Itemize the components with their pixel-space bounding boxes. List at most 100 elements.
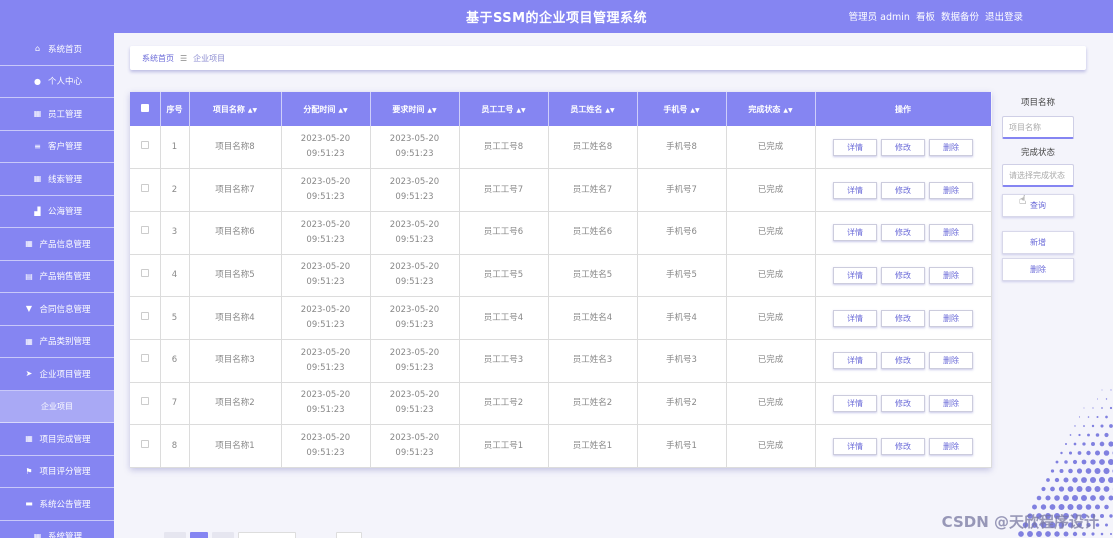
sidebar-item-9[interactable]: ▦ 产品类别管理	[0, 326, 114, 358]
sort-icon[interactable]: ▲▼	[690, 107, 699, 114]
query-button[interactable]: 查询	[1002, 194, 1074, 217]
delete-button[interactable]: 删除	[929, 224, 973, 242]
sidebar-item-8[interactable]: ▼ 合同信息管理	[0, 293, 114, 326]
cell-name: 项目名称4	[189, 296, 282, 340]
detail-button[interactable]: 详情	[833, 437, 877, 455]
edit-button[interactable]: 修改	[881, 437, 925, 455]
sort-icon[interactable]: ▲▼	[338, 107, 347, 114]
batch-delete-button[interactable]: 删除	[1002, 258, 1074, 281]
sort-icon[interactable]: ▲▼	[516, 107, 525, 114]
current-user: 管理员 admin	[848, 12, 910, 23]
col-header-phone[interactable]: 手机号 ▲▼	[637, 92, 727, 126]
row-select-cell[interactable]	[130, 339, 161, 383]
sidebar-item-11[interactable]: 企业项目	[0, 390, 114, 423]
detail-button[interactable]: 详情	[833, 309, 877, 327]
page-next-button[interactable]	[212, 532, 234, 538]
col-header-empno[interactable]: 员工工号 ▲▼	[459, 92, 549, 126]
delete-button[interactable]: 删除	[929, 181, 973, 199]
page-jump-input[interactable]	[336, 532, 362, 538]
col-header-require[interactable]: 要求时间 ▲▼	[370, 92, 460, 126]
row-checkbox[interactable]	[140, 311, 149, 320]
row-checkbox[interactable]	[140, 183, 149, 192]
clipboard-icon: ▤	[25, 271, 33, 281]
breadcrumb-home[interactable]: 系统首页	[142, 53, 174, 64]
sidebar-item-6[interactable]: ▦ 产品信息管理	[0, 228, 114, 261]
page-size-select[interactable]	[238, 532, 296, 538]
col-header-empname[interactable]: 员工姓名 ▲▼	[548, 92, 638, 126]
edit-button[interactable]: 修改	[881, 309, 925, 327]
row-checkbox[interactable]	[140, 268, 149, 277]
row-select-cell[interactable]	[130, 382, 161, 426]
edit-button[interactable]: 修改	[881, 266, 925, 284]
edit-button[interactable]: 修改	[881, 181, 925, 199]
delete-button[interactable]: 删除	[929, 266, 973, 284]
detail-button[interactable]: 详情	[833, 138, 877, 156]
row-checkbox[interactable]	[140, 396, 149, 405]
delete-button[interactable]: 删除	[929, 437, 973, 455]
sidebar-item-2[interactable]: ▦ 员工管理	[0, 98, 114, 131]
select-all-checkbox[interactable]	[140, 104, 149, 112]
row-select-cell[interactable]	[130, 254, 161, 298]
sidebar-item-12[interactable]: ▦ 项目完成管理	[0, 423, 114, 456]
sidebar-item-5[interactable]: ▟ 公海管理	[0, 196, 114, 228]
project-name-input[interactable]: 项目名称	[1002, 116, 1074, 139]
edit-button[interactable]: 修改	[881, 138, 925, 156]
row-select-cell[interactable]	[130, 211, 161, 255]
sort-icon[interactable]: ▲▼	[783, 107, 792, 114]
detail-button[interactable]: 详情	[833, 394, 877, 412]
edit-button[interactable]: 修改	[881, 394, 925, 412]
detail-button[interactable]: 详情	[833, 352, 877, 370]
page-current-button[interactable]	[190, 532, 208, 538]
edit-button[interactable]: 修改	[881, 352, 925, 370]
table-header-row: 序号 项目名称 ▲▼ 分配时间 ▲▼ 要求时间 ▲▼ 员工工号 ▲▼ 员工姓名 ▲▼ 手机…	[130, 92, 992, 126]
sidebar-item-15[interactable]: ▦ 系统管理	[0, 521, 114, 538]
sort-icon[interactable]: ▲▼	[427, 107, 436, 114]
board-link[interactable]: 看板	[916, 9, 935, 23]
halftone-dot	[1073, 442, 1077, 446]
sidebar-item-7[interactable]: ▤ 产品销售管理	[0, 261, 114, 293]
halftone-dot	[1083, 425, 1085, 427]
cell-idx: 2	[160, 168, 190, 212]
row-select-cell[interactable]	[130, 296, 161, 340]
flag-icon: ⚑	[25, 466, 33, 476]
col-header-name[interactable]: 项目名称 ▲▼	[189, 92, 282, 126]
page-prev-button[interactable]	[164, 532, 186, 538]
row-checkbox[interactable]	[140, 439, 149, 448]
sidebar-item-4[interactable]: ▦ 线索管理	[0, 163, 114, 196]
sidebar-item-13[interactable]: ⚑ 项目评分管理	[0, 456, 114, 488]
sort-icon[interactable]: ▲▼	[248, 107, 257, 114]
select-all-cell[interactable]	[130, 92, 161, 126]
add-button[interactable]: 新增	[1002, 231, 1074, 254]
col-header-status[interactable]: 完成状态 ▲▼	[726, 92, 816, 126]
delete-button[interactable]: 删除	[929, 138, 973, 156]
edit-button[interactable]: 修改	[881, 224, 925, 242]
row-select-cell[interactable]	[130, 126, 161, 170]
halftone-dot	[1063, 477, 1069, 483]
sidebar-item-1[interactable]: ● 个人中心	[0, 66, 114, 98]
delete-button[interactable]: 删除	[929, 394, 973, 412]
backup-link[interactable]: 数据备份	[941, 9, 979, 23]
halftone-dot	[1096, 415, 1099, 419]
row-select-cell[interactable]	[130, 424, 161, 468]
col-header-assign[interactable]: 分配时间 ▲▼	[281, 92, 371, 126]
delete-button[interactable]: 删除	[929, 309, 973, 327]
cell-phone: 手机号5	[637, 254, 727, 298]
sidebar-item-10[interactable]: ➤ 企业项目管理	[0, 358, 114, 391]
row-select-cell[interactable]	[130, 168, 161, 212]
cell-name: 项目名称1	[189, 424, 282, 468]
cell-assign: 2023-05-20 09:51:23	[281, 211, 371, 255]
detail-button[interactable]: 详情	[833, 181, 877, 199]
logout-link[interactable]: 退出登录	[985, 9, 1023, 23]
row-checkbox[interactable]	[140, 226, 149, 235]
detail-button[interactable]: 详情	[833, 266, 877, 284]
halftone-dot	[1055, 460, 1059, 464]
status-select[interactable]: 请选择完成状态	[1002, 164, 1074, 187]
delete-button[interactable]: 删除	[929, 352, 973, 370]
detail-button[interactable]: 详情	[833, 224, 877, 242]
sort-icon[interactable]: ▲▼	[605, 107, 614, 114]
sidebar-item-0[interactable]: ⌂ 系统首页	[0, 33, 114, 66]
row-checkbox[interactable]	[140, 140, 149, 149]
row-checkbox[interactable]	[140, 354, 149, 363]
sidebar-item-14[interactable]: ▬ 系统公告管理	[0, 488, 114, 521]
sidebar-item-3[interactable]: ≡ 客户管理	[0, 131, 114, 163]
